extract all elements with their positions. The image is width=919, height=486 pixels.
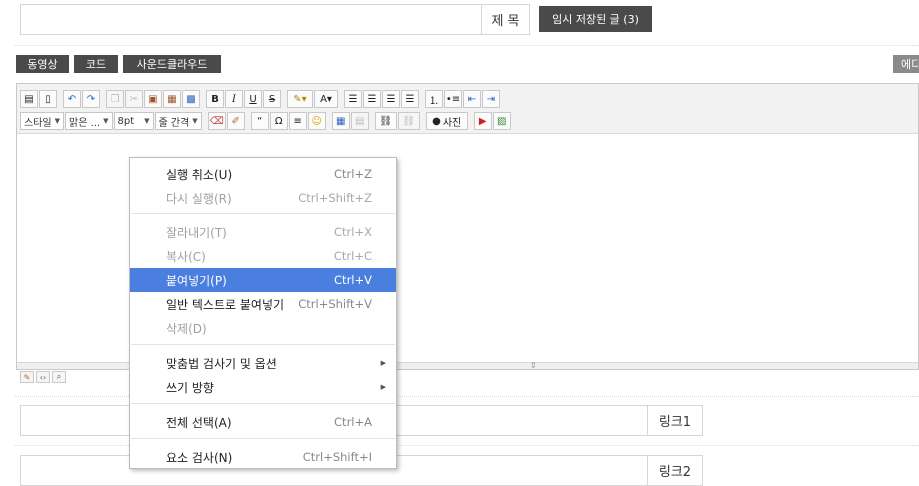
underline-button[interactable]: U bbox=[244, 90, 262, 108]
editor-mode-tabs: ✎ ‹› ⌕ bbox=[20, 371, 66, 383]
table-props-icon[interactable]: ▤ bbox=[350, 112, 369, 130]
menu-item-paste-plain-text[interactable]: 일반 텍스트로 붙여넣기 Ctrl+Shift+V bbox=[130, 292, 396, 316]
drafts-button[interactable]: 임시 저장된 글 (3) bbox=[539, 6, 652, 32]
resize-grip-icon: ⇕ bbox=[530, 361, 537, 370]
style-dropdown[interactable]: 스타일 ▼ bbox=[20, 112, 64, 130]
undo-icon[interactable]: ↶ bbox=[63, 90, 81, 108]
link1-label: 링크1 bbox=[647, 405, 703, 436]
youtube-icon[interactable]: ▶ bbox=[473, 112, 492, 130]
editor-toolbar: ▤ ▯ ↶ ↷ ❐ ✂ ▣ ▦ ▩ B I U S ✎▾ A▾ ☰ ☰ ☰ ☰ … bbox=[17, 84, 918, 134]
menu-item-spellcheck[interactable]: 맞춤법 검사기 및 옵션 ▶ bbox=[130, 351, 396, 375]
menu-item-copy[interactable]: 복사(C) Ctrl+C bbox=[130, 244, 396, 268]
menu-separator bbox=[131, 403, 395, 404]
video-button[interactable]: 동영상 bbox=[16, 55, 69, 73]
link-icon[interactable]: ⛓ bbox=[374, 112, 397, 130]
paste-text-icon[interactable]: ▦ bbox=[163, 90, 181, 108]
indent-decrease-icon[interactable]: ⇤ bbox=[463, 90, 481, 108]
title-input[interactable] bbox=[20, 4, 482, 35]
preview-icon[interactable]: ⌕ bbox=[52, 371, 66, 383]
menu-item-paste[interactable]: 붙여넣기(P) Ctrl+V bbox=[130, 268, 396, 292]
line-height-dropdown[interactable]: 줄 간격 ▼ bbox=[154, 112, 202, 130]
font-size-dropdown[interactable]: 8pt ▼ bbox=[113, 112, 154, 130]
format-painter-icon[interactable]: ✐ bbox=[226, 112, 245, 130]
bullet-list-icon[interactable]: •≡ bbox=[444, 90, 462, 108]
font-dropdown[interactable]: 맑은 ... ▼ bbox=[65, 112, 113, 130]
redo-icon[interactable]: ↷ bbox=[82, 90, 100, 108]
chevron-down-icon: ▼ bbox=[144, 117, 150, 125]
menu-item-writing-direction[interactable]: 쓰기 방향 ▶ bbox=[130, 375, 396, 399]
highlight-color-icon[interactable]: ✎▾ bbox=[287, 90, 313, 108]
chevron-down-icon: ▼ bbox=[103, 117, 109, 125]
emoticon-icon[interactable]: ☺ bbox=[307, 112, 326, 130]
code-view-icon[interactable]: ‹› bbox=[36, 371, 50, 383]
copy-icon[interactable]: ❐ bbox=[106, 90, 124, 108]
numbered-list-icon[interactable]: ⒈ bbox=[425, 90, 443, 108]
menu-item-undo[interactable]: 실행 취소(U) Ctrl+Z bbox=[130, 162, 396, 186]
font-color-icon[interactable]: A▾ bbox=[314, 90, 338, 108]
photo-button[interactable]: ● 사진 bbox=[425, 112, 468, 130]
blockquote-button[interactable]: “ bbox=[250, 112, 269, 130]
image-icon[interactable]: ▨ bbox=[492, 112, 511, 130]
align-right-icon[interactable]: ☰ bbox=[382, 90, 400, 108]
align-center-icon[interactable]: ☰ bbox=[363, 90, 381, 108]
divider bbox=[15, 45, 919, 46]
menu-separator bbox=[131, 344, 395, 345]
menu-separator bbox=[131, 438, 395, 439]
menu-item-select-all[interactable]: 전체 선택(A) Ctrl+A bbox=[130, 410, 396, 434]
menu-item-inspect[interactable]: 요소 검사(N) Ctrl+Shift+I bbox=[130, 445, 396, 469]
chevron-down-icon: ▼ bbox=[54, 117, 60, 125]
code-button[interactable]: 코드 bbox=[74, 55, 118, 73]
align-justify-icon[interactable]: ☰ bbox=[401, 90, 419, 108]
new-page-icon[interactable]: ▯ bbox=[39, 90, 57, 108]
unlink-icon[interactable]: ⛓ bbox=[397, 112, 420, 130]
indent-increase-icon[interactable]: ⇥ bbox=[482, 90, 500, 108]
chevron-down-icon: ▼ bbox=[192, 117, 198, 125]
remove-format-icon[interactable]: ⌫ bbox=[207, 112, 226, 130]
camera-icon: ● bbox=[432, 115, 441, 127]
print-icon[interactable]: ▤ bbox=[20, 90, 38, 108]
menu-item-delete[interactable]: 삭제(D) bbox=[130, 316, 396, 340]
bold-button[interactable]: B bbox=[206, 90, 224, 108]
select-all-icon[interactable]: ▩ bbox=[182, 90, 200, 108]
cut-icon[interactable]: ✂ bbox=[125, 90, 143, 108]
soundcloud-button[interactable]: 사운드클라우드 bbox=[123, 55, 221, 73]
submenu-arrow-icon: ▶ bbox=[380, 359, 386, 367]
menu-separator bbox=[131, 213, 395, 214]
table-icon[interactable]: ▦ bbox=[331, 112, 350, 130]
strikethrough-button[interactable]: S bbox=[263, 90, 281, 108]
special-char-button[interactable]: Ω bbox=[269, 112, 288, 130]
pencil-icon[interactable]: ✎ bbox=[20, 371, 34, 383]
horizontal-line-icon[interactable]: ≡ bbox=[288, 112, 307, 130]
link2-label: 링크2 bbox=[647, 455, 703, 486]
submenu-arrow-icon: ▶ bbox=[380, 383, 386, 391]
italic-button[interactable]: I bbox=[225, 90, 243, 108]
editor-mode-button[interactable]: 에디 bbox=[893, 55, 919, 73]
context-menu: 실행 취소(U) Ctrl+Z 다시 실행(R) Ctrl+Shift+Z 잘라내기… bbox=[129, 157, 397, 469]
paste-icon[interactable]: ▣ bbox=[144, 90, 162, 108]
title-label: 제 목 bbox=[481, 4, 530, 35]
align-left-icon[interactable]: ☰ bbox=[344, 90, 362, 108]
menu-item-redo[interactable]: 다시 실행(R) Ctrl+Shift+Z bbox=[130, 186, 396, 210]
menu-item-cut[interactable]: 잘라내기(T) Ctrl+X bbox=[130, 220, 396, 244]
